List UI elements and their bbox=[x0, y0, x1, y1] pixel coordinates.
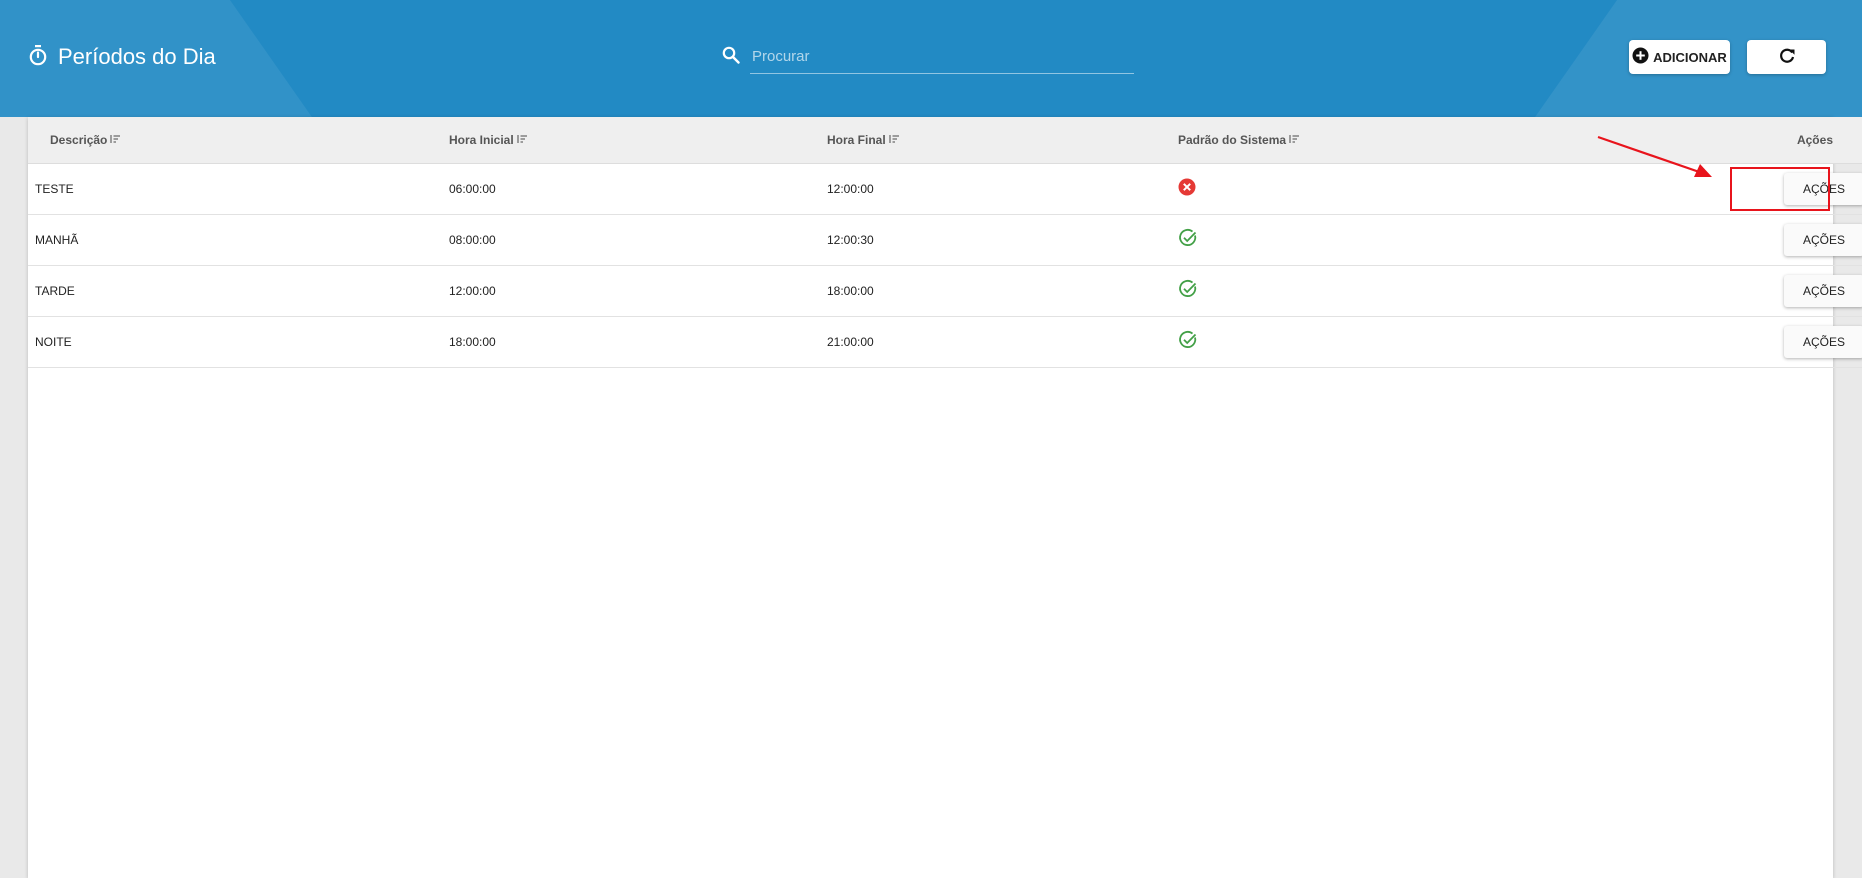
cell-descricao: MANHÃ bbox=[35, 232, 79, 247]
cell-hora-inicial: 08:00:00 bbox=[449, 232, 496, 247]
check-circle-icon bbox=[1178, 279, 1198, 302]
acoes-button[interactable]: AÇÕES bbox=[1784, 325, 1862, 358]
cell-hora-final: 21:00:00 bbox=[827, 334, 874, 349]
column-label: Hora Inicial bbox=[449, 132, 514, 147]
add-button-label: ADICIONAR bbox=[1653, 49, 1727, 65]
cell-hora-final: 12:00:30 bbox=[827, 232, 874, 247]
column-label: Hora Final bbox=[827, 132, 886, 147]
timer-icon bbox=[28, 44, 48, 71]
cell-padrao bbox=[1178, 316, 1648, 367]
table-row: MANHÃ 08:00:00 12:00:30 AÇÕES bbox=[28, 214, 1862, 265]
column-label: Descrição bbox=[50, 132, 108, 147]
cell-padrao bbox=[1178, 163, 1648, 214]
cell-hora-inicial: 18:00:00 bbox=[449, 334, 496, 349]
column-header-hora-inicial[interactable]: Hora Inicial bbox=[449, 117, 827, 164]
cancel-circle-icon bbox=[1178, 178, 1196, 199]
acoes-button[interactable]: AÇÕES bbox=[1784, 172, 1862, 205]
cell-descricao: TARDE bbox=[35, 283, 75, 298]
sort-icon bbox=[109, 133, 121, 147]
cell-padrao bbox=[1178, 214, 1648, 265]
refresh-icon bbox=[1778, 47, 1796, 68]
cell-hora-inicial: 06:00:00 bbox=[449, 181, 496, 196]
page-title: Períodos do Dia bbox=[28, 40, 216, 74]
search-icon bbox=[722, 46, 740, 69]
table-row: TARDE 12:00:00 18:00:00 AÇÕES bbox=[28, 265, 1862, 316]
add-button[interactable]: ADICIONAR bbox=[1629, 40, 1730, 74]
check-circle-icon bbox=[1178, 330, 1198, 353]
table-row: TESTE 06:00:00 12:00:00 AÇÕES bbox=[28, 163, 1862, 214]
column-header-descricao[interactable]: Descrição bbox=[28, 117, 449, 164]
refresh-button[interactable] bbox=[1747, 40, 1826, 74]
plus-circle-icon bbox=[1632, 47, 1649, 67]
column-label: Padrão do Sistema bbox=[1178, 132, 1287, 147]
acoes-button[interactable]: AÇÕES bbox=[1784, 274, 1862, 307]
cell-hora-final: 18:00:00 bbox=[827, 283, 874, 298]
column-header-hora-final[interactable]: Hora Final bbox=[827, 117, 1178, 164]
acoes-button[interactable]: AÇÕES bbox=[1784, 223, 1862, 256]
column-label: Ações bbox=[1796, 132, 1833, 147]
column-header-acoes: Ações bbox=[1648, 117, 1862, 164]
search-box bbox=[722, 40, 1134, 74]
periods-table-card: Descrição Hora Inicial Hora Final Padrão… bbox=[28, 117, 1862, 878]
search-input[interactable] bbox=[750, 40, 1134, 74]
sort-icon bbox=[516, 133, 528, 147]
cell-hora-inicial: 12:00:00 bbox=[449, 283, 496, 298]
cell-hora-final: 12:00:00 bbox=[827, 181, 874, 196]
column-header-padrao-sistema[interactable]: Padrão do Sistema bbox=[1178, 117, 1648, 164]
table-header-row: Descrição Hora Inicial Hora Final Padrão… bbox=[28, 117, 1862, 164]
cell-padrao bbox=[1178, 265, 1648, 316]
periods-table: Descrição Hora Inicial Hora Final Padrão… bbox=[28, 117, 1862, 368]
cell-descricao: TESTE bbox=[35, 181, 74, 196]
page-title-text: Períodos do Dia bbox=[58, 44, 216, 69]
cell-descricao: NOITE bbox=[35, 334, 72, 349]
table-row: NOITE 18:00:00 21:00:00 AÇÕES bbox=[28, 316, 1862, 367]
sort-icon bbox=[1288, 133, 1300, 147]
sort-icon bbox=[888, 133, 900, 147]
check-circle-icon bbox=[1178, 228, 1198, 251]
